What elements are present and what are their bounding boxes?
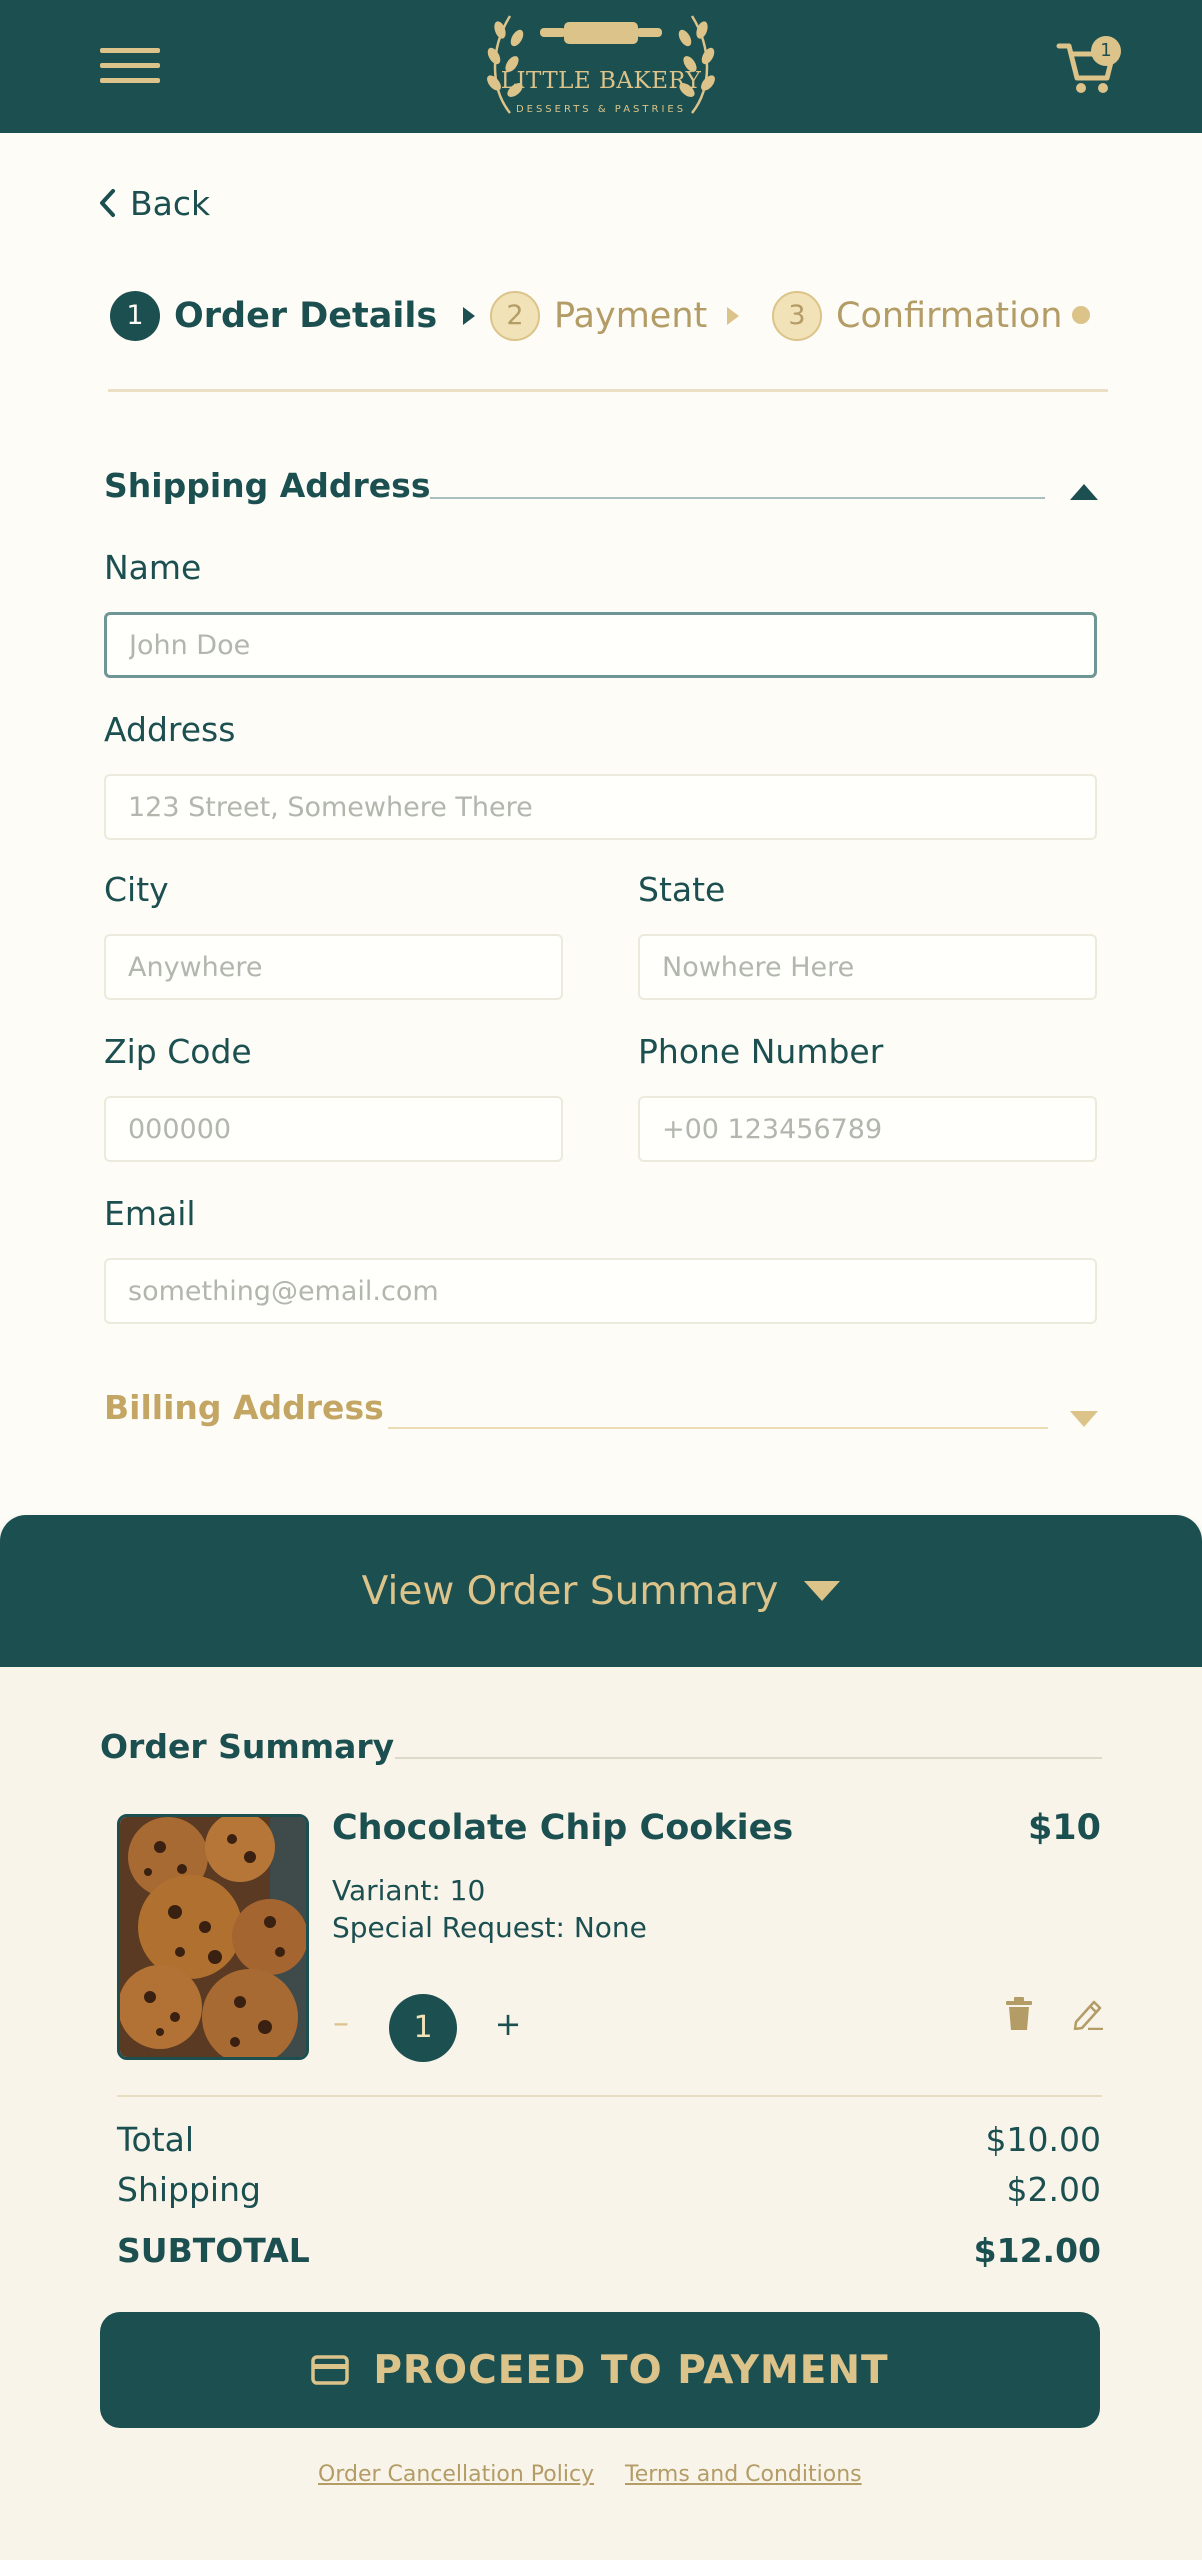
quantity-value: 1	[389, 1994, 457, 2062]
expand-caret-icon[interactable]	[1070, 1411, 1098, 1427]
step-number: 1	[110, 291, 160, 341]
caret-down-icon	[804, 1581, 841, 1601]
logo-title: LITTLE BAKERY	[500, 68, 702, 94]
collapse-caret-icon[interactable]	[1070, 484, 1098, 500]
shipping-address-title: Shipping Address	[104, 466, 431, 505]
subtotal-value: $12.00	[973, 2231, 1101, 2270]
zip-code-label: Zip Code	[104, 1032, 252, 1071]
chevron-left-icon	[100, 189, 115, 217]
address-label: Address	[104, 710, 236, 749]
logo-subtitle: DESSERTS & PASTRIES	[515, 104, 687, 115]
product-variant: Variant: 10	[332, 1874, 486, 1907]
quantity-decrease-button[interactable]: –	[326, 2003, 356, 2043]
hamburger-menu-icon[interactable]	[100, 46, 160, 86]
proceed-to-payment-button[interactable]: PROCEED TO PAYMENT	[100, 2312, 1100, 2428]
view-order-summary-toggle[interactable]: View Order Summary	[0, 1515, 1202, 1667]
name-input[interactable]	[104, 612, 1097, 678]
steps-divider	[108, 389, 1108, 392]
step-label: Confirmation	[836, 296, 1063, 336]
terms-and-conditions-link[interactable]: Terms and Conditions	[625, 2462, 862, 2487]
step-label: Order Details	[174, 296, 438, 336]
summary-divider	[117, 2095, 1102, 2097]
step-end-dot	[1072, 306, 1090, 324]
product-price: $10	[1027, 1808, 1101, 1848]
caret-right-icon	[463, 307, 476, 325]
step-label: Payment	[554, 296, 708, 336]
email-input[interactable]	[104, 1258, 1097, 1324]
name-label: Name	[104, 548, 202, 587]
address-input[interactable]	[104, 774, 1097, 840]
section-divider	[395, 1757, 1102, 1759]
order-summary-title: Order Summary	[100, 1727, 395, 1766]
billing-address-title[interactable]: Billing Address	[104, 1388, 384, 1427]
zip-code-input[interactable]	[104, 1096, 563, 1162]
phone-number-input[interactable]	[638, 1096, 1097, 1162]
caret-right-icon	[727, 307, 740, 325]
step-confirmation[interactable]: 3 Confirmation	[772, 290, 1062, 342]
edit-pencil-icon[interactable]	[1072, 1996, 1104, 2031]
cart-count-badge: 1	[1091, 36, 1121, 66]
product-name: Chocolate Chip Cookies	[332, 1808, 794, 1848]
section-divider	[430, 497, 1045, 499]
total-value: $10.00	[985, 2120, 1101, 2159]
step-number: 2	[490, 291, 540, 341]
step-order-details[interactable]: 1 Order Details	[110, 290, 476, 342]
step-number: 3	[772, 291, 822, 341]
order-cancellation-policy-link[interactable]: Order Cancellation Policy	[318, 2462, 594, 2487]
trash-icon[interactable]	[1004, 1996, 1034, 2032]
back-label: Back	[130, 183, 211, 223]
city-label: City	[104, 870, 169, 909]
state-label: State	[638, 870, 726, 909]
state-input[interactable]	[638, 934, 1097, 1000]
view-order-summary-label: View Order Summary	[361, 1568, 779, 1614]
top-app-bar: LITTLE BAKERY DESSERTS & PASTRIES 1	[0, 0, 1202, 133]
proceed-to-payment-label: PROCEED TO PAYMENT	[373, 2347, 889, 2393]
step-payment[interactable]: 2 Payment	[490, 290, 740, 342]
back-button[interactable]: Back	[98, 178, 210, 228]
product-special-request: Special Request: None	[332, 1911, 647, 1944]
shipping-value: $2.00	[1006, 2170, 1101, 2209]
quantity-increase-button[interactable]: +	[491, 2005, 525, 2045]
shipping-label: Shipping	[117, 2170, 261, 2209]
subtotal-label: SUBTOTAL	[117, 2231, 310, 2270]
product-image-chocolate-chip-cookies	[117, 1814, 309, 2060]
bakery-logo[interactable]: LITTLE BAKERY DESSERTS & PASTRIES	[470, 8, 732, 123]
section-divider	[388, 1427, 1048, 1429]
email-label: Email	[104, 1194, 196, 1233]
phone-number-label: Phone Number	[638, 1032, 884, 1071]
city-input[interactable]	[104, 934, 563, 1000]
total-label: Total	[117, 2120, 195, 2159]
credit-card-icon	[311, 2355, 350, 2385]
